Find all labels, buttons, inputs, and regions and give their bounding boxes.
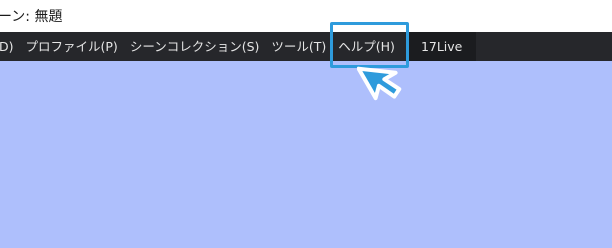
window-title: ーン: 無題 bbox=[0, 9, 63, 25]
title-bar: ーン: 無題 bbox=[0, 0, 612, 32]
menu-item-partial[interactable]: D) bbox=[0, 32, 20, 61]
menu-item-scene-collection[interactable]: シーンコレクション(S) bbox=[124, 32, 266, 61]
menu-item-tools[interactable]: ツール(T) bbox=[265, 32, 332, 61]
menu-item-17live[interactable]: 17Live bbox=[406, 32, 477, 61]
pointer-arrow-icon bbox=[357, 66, 402, 101]
preview-canvas bbox=[0, 61, 612, 248]
menu-bar: D) プロファイル(P) シーンコレクション(S) ツール(T) ヘルプ(H) … bbox=[0, 32, 612, 61]
menu-item-profile[interactable]: プロファイル(P) bbox=[20, 32, 124, 61]
